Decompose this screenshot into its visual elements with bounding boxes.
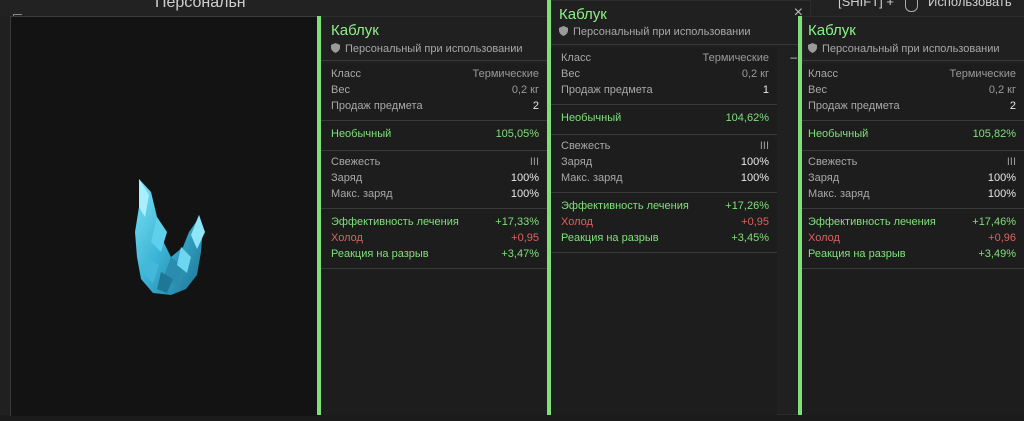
stat-row: Продаж предмета 1	[561, 84, 769, 96]
bind-status: Персональный при использовании	[331, 43, 523, 55]
tooltip-body: Класс Термические Вес 0,2 кг Продаж предме…	[802, 64, 1024, 415]
bind-label: Персональный при использовании	[573, 26, 751, 38]
inventory-edge	[0, 16, 10, 415]
stat-row: Макс. заряд 100%	[561, 172, 769, 184]
bind-status: Персональный при использовании	[559, 26, 751, 38]
shield-icon	[331, 43, 340, 53]
stat-row: Класс Термические	[331, 68, 539, 80]
stat-row: Класс Термические	[561, 52, 769, 64]
stat-row: Свежесть III	[331, 156, 539, 168]
shift-hint: [SHIFT] +	[838, 0, 894, 9]
stat-row: Вес 0,2 кг	[331, 84, 539, 96]
item-name: Каблук	[331, 22, 379, 39]
stat-row: Эффективность лечения +17,46%	[808, 216, 1016, 228]
stat-row: Эффективность лечения +17,26%	[561, 200, 769, 212]
stat-row: Макс. заряд 100%	[808, 188, 1016, 200]
stat-row: Продаж предмета 2	[808, 100, 1016, 112]
stat-row: Реакция на разрыв +3,49%	[808, 248, 1016, 260]
rarity-row: Необычный 105,05%	[331, 128, 539, 140]
stat-row: Вес 0,2 кг	[561, 68, 769, 80]
collapse-button[interactable]: –	[790, 50, 797, 64]
bind-label: Персональный при использовании	[345, 43, 523, 55]
stat-row: Класс Термические	[808, 68, 1016, 80]
shield-icon	[808, 43, 817, 53]
rarity-row: Необычный 104,62%	[561, 112, 769, 124]
item-preview[interactable]	[10, 16, 321, 416]
stat-row: Холод +0,95	[331, 232, 539, 244]
shield-icon	[559, 26, 568, 36]
stat-row: Холод +0,95	[561, 216, 769, 228]
stat-row: Свежесть III	[561, 140, 769, 152]
item-tooltip-2: Каблук Персональный при использовании × …	[547, 0, 811, 415]
stat-row: Заряд 100%	[808, 172, 1016, 184]
stat-row: Свежесть III	[808, 156, 1016, 168]
tooltip-header: Каблук Персональный при использовании ×	[321, 16, 581, 61]
tooltip-body: – КлассТермические Вес0,2 кг Продаж пред…	[551, 48, 797, 415]
bind-label: Персональный при использовании	[822, 43, 1000, 55]
background-title: Персональн	[155, 0, 246, 11]
item-tooltip-1: Каблук Персональный при использовании × …	[317, 16, 581, 415]
tooltip-header: Каблук Персональный при использовании	[802, 16, 1024, 61]
item-name: Каблук	[559, 6, 607, 23]
stat-row: Реакция на разрыв +3,45%	[561, 232, 769, 244]
stat-row: Вес 0,2 кг	[808, 84, 1016, 96]
tooltip-header: Каблук Персональный при использовании ×	[551, 0, 811, 45]
stat-row: Продаж предмета 2	[331, 100, 539, 112]
stat-row: Заряд 100%	[561, 156, 769, 168]
use-hint: Использовать	[928, 0, 1012, 9]
tooltip-body: – КлассТермические Вес0,2 кг Продаж пред…	[321, 64, 567, 415]
stat-row: Заряд 100%	[331, 172, 539, 184]
stat-row: Эффективность лечения +17,33%	[331, 216, 539, 228]
bind-status: Персональный при использовании	[808, 43, 1000, 55]
crystal-heel-image	[135, 179, 205, 295]
rarity-row: Необычный 105,82%	[808, 128, 1016, 140]
mouse-icon	[905, 0, 918, 12]
stat-row: Холод +0,96	[808, 232, 1016, 244]
stat-row: Реакция на разрыв +3,47%	[331, 248, 539, 260]
item-name: Каблук	[808, 22, 856, 39]
item-tooltip-3: Каблук Персональный при использовании Кл…	[798, 16, 1024, 415]
stat-row: Макс. заряд 100%	[331, 188, 539, 200]
